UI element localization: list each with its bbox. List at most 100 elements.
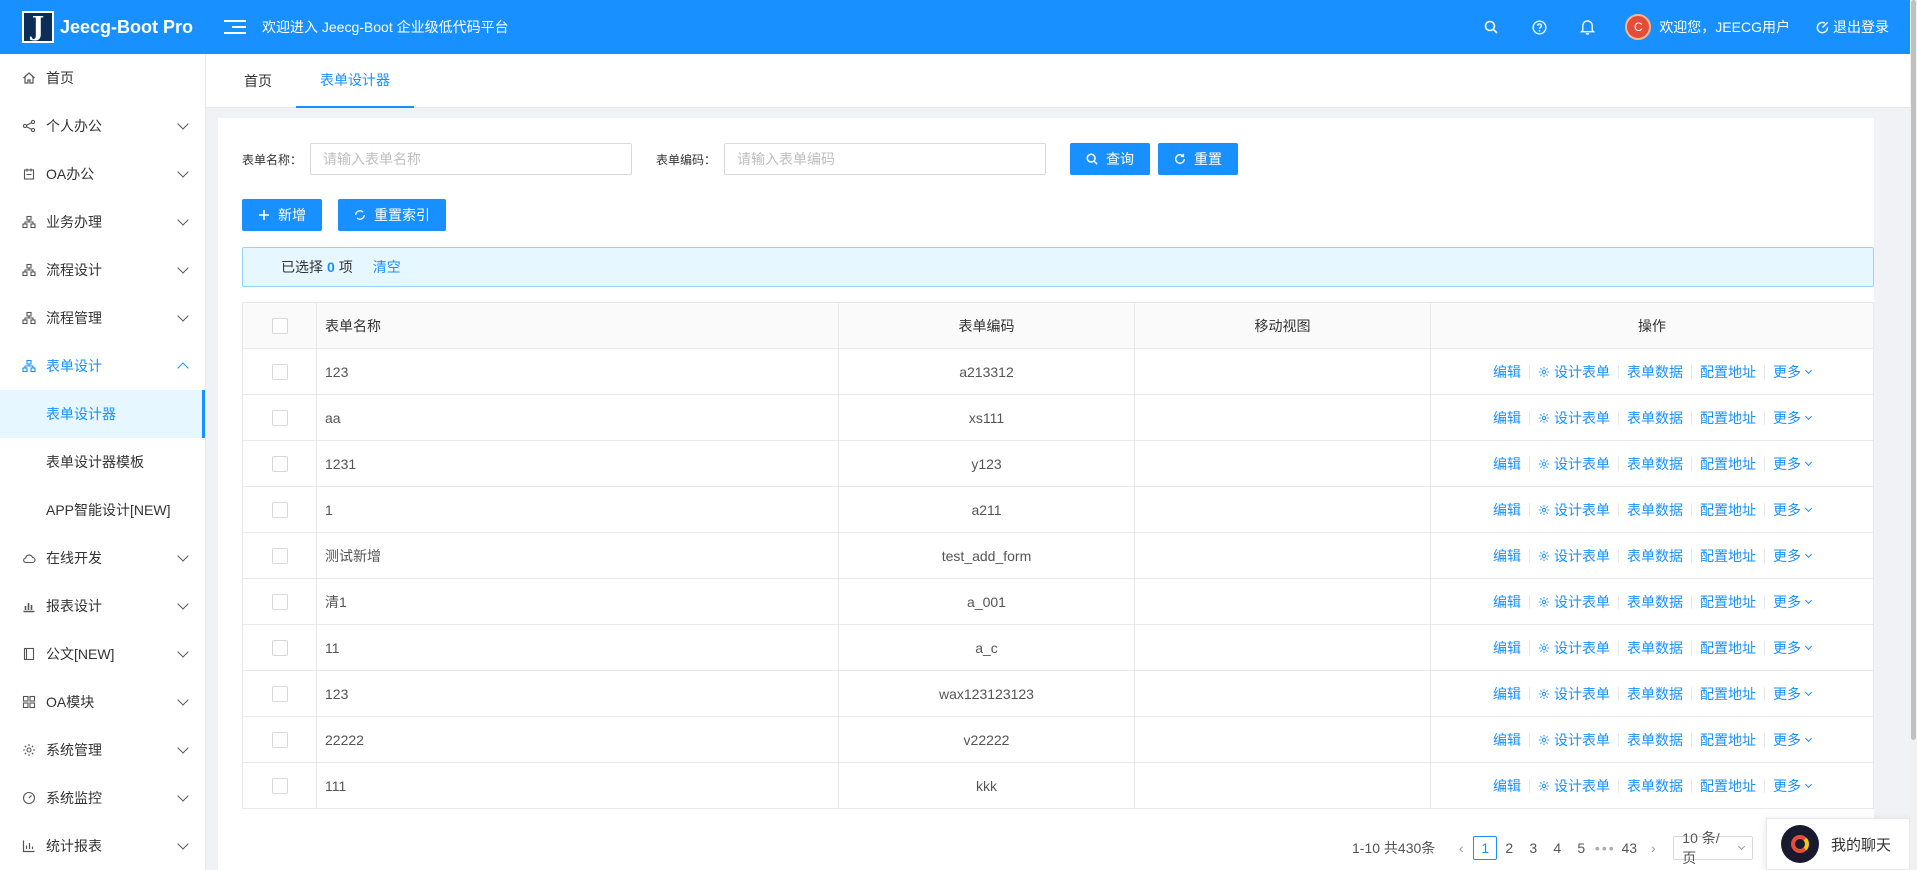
- form-data-link[interactable]: 表单数据: [1627, 638, 1683, 658]
- row-checkbox[interactable]: [271, 777, 288, 794]
- row-checkbox[interactable]: [271, 731, 288, 748]
- page-ellipsis[interactable]: •••: [1593, 836, 1617, 860]
- sidebar-subitem-app-design[interactable]: APP智能设计[NEW]: [0, 486, 205, 534]
- search-icon[interactable]: [1467, 0, 1515, 54]
- reset-button[interactable]: 重置: [1158, 143, 1239, 175]
- menu-fold-icon[interactable]: [224, 16, 246, 38]
- sidebar-item-process-manage[interactable]: 流程管理: [0, 294, 205, 342]
- page-4[interactable]: 4: [1545, 836, 1569, 860]
- user-greeting[interactable]: 欢迎您，JEECG用户: [1659, 17, 1790, 37]
- query-button[interactable]: 查询: [1070, 143, 1151, 175]
- sidebar-item-form-design[interactable]: 表单设计: [0, 342, 205, 390]
- avatar[interactable]: C: [1625, 14, 1652, 40]
- more-dropdown[interactable]: 更多: [1773, 546, 1813, 566]
- design-form-link[interactable]: 设计表单: [1538, 684, 1610, 704]
- tab-home[interactable]: 首页: [220, 54, 296, 108]
- sidebar-item-report-design[interactable]: 报表设计: [0, 582, 205, 630]
- chat-widget[interactable]: 我的聊天: [1766, 818, 1910, 870]
- edit-link[interactable]: 编辑: [1493, 776, 1521, 796]
- tab-form-designer[interactable]: 表单设计器: [296, 54, 414, 108]
- more-dropdown[interactable]: 更多: [1773, 362, 1813, 382]
- form-code-input[interactable]: [724, 143, 1047, 175]
- scrollbar-thumb[interactable]: [1911, 0, 1916, 740]
- prev-page-icon[interactable]: ‹: [1449, 836, 1473, 860]
- row-checkbox[interactable]: [271, 501, 288, 518]
- edit-link[interactable]: 编辑: [1493, 500, 1521, 520]
- logo[interactable]: J Jeecg-Boot Pro: [0, 0, 206, 54]
- row-checkbox[interactable]: [271, 409, 288, 426]
- sidebar-subitem-form-template[interactable]: 表单设计器模板: [0, 438, 205, 486]
- form-data-link[interactable]: 表单数据: [1627, 500, 1683, 520]
- config-address-link[interactable]: 配置地址: [1700, 730, 1756, 750]
- reset-index-button[interactable]: 重置索引: [338, 199, 446, 231]
- config-address-link[interactable]: 配置地址: [1700, 638, 1756, 658]
- design-form-link[interactable]: 设计表单: [1538, 500, 1610, 520]
- row-checkbox[interactable]: [271, 593, 288, 610]
- config-address-link[interactable]: 配置地址: [1700, 362, 1756, 382]
- form-data-link[interactable]: 表单数据: [1627, 730, 1683, 750]
- edit-link[interactable]: 编辑: [1493, 454, 1521, 474]
- next-page-icon[interactable]: ›: [1641, 836, 1665, 860]
- config-address-link[interactable]: 配置地址: [1700, 776, 1756, 796]
- form-data-link[interactable]: 表单数据: [1627, 776, 1683, 796]
- form-data-link[interactable]: 表单数据: [1627, 684, 1683, 704]
- sidebar-item-official-doc[interactable]: 公文[NEW]: [0, 630, 205, 678]
- clear-selection-link[interactable]: 清空: [373, 257, 401, 277]
- form-data-link[interactable]: 表单数据: [1627, 454, 1683, 474]
- sidebar-subitem-form-designer[interactable]: 表单设计器: [0, 390, 205, 438]
- select-all-checkbox[interactable]: [271, 317, 288, 334]
- edit-link[interactable]: 编辑: [1493, 362, 1521, 382]
- design-form-link[interactable]: 设计表单: [1538, 638, 1610, 658]
- design-form-link[interactable]: 设计表单: [1538, 454, 1610, 474]
- form-data-link[interactable]: 表单数据: [1627, 546, 1683, 566]
- more-dropdown[interactable]: 更多: [1773, 592, 1813, 612]
- sidebar-item-home[interactable]: 首页: [0, 54, 205, 102]
- config-address-link[interactable]: 配置地址: [1700, 546, 1756, 566]
- design-form-link[interactable]: 设计表单: [1538, 730, 1610, 750]
- form-name-input[interactable]: [310, 143, 633, 175]
- sidebar-item-statistics[interactable]: 统计报表: [0, 822, 205, 870]
- page-size-select[interactable]: 10 条/页: [1673, 830, 1754, 866]
- more-dropdown[interactable]: 更多: [1773, 500, 1813, 520]
- row-checkbox[interactable]: [271, 363, 288, 380]
- more-dropdown[interactable]: 更多: [1773, 730, 1813, 750]
- logout-button[interactable]: 退出登录: [1816, 17, 1889, 37]
- edit-link[interactable]: 编辑: [1493, 684, 1521, 704]
- help-icon[interactable]: [1515, 0, 1563, 54]
- sidebar-item-system-manage[interactable]: 系统管理: [0, 726, 205, 774]
- edit-link[interactable]: 编辑: [1493, 408, 1521, 428]
- design-form-link[interactable]: 设计表单: [1538, 546, 1610, 566]
- more-dropdown[interactable]: 更多: [1773, 684, 1813, 704]
- page-3[interactable]: 3: [1521, 836, 1545, 860]
- row-checkbox[interactable]: [271, 639, 288, 656]
- more-dropdown[interactable]: 更多: [1773, 408, 1813, 428]
- more-dropdown[interactable]: 更多: [1773, 454, 1813, 474]
- form-data-link[interactable]: 表单数据: [1627, 408, 1683, 428]
- more-dropdown[interactable]: 更多: [1773, 638, 1813, 658]
- row-checkbox[interactable]: [271, 685, 288, 702]
- sidebar-item-online-dev[interactable]: 在线开发: [0, 534, 205, 582]
- config-address-link[interactable]: 配置地址: [1700, 408, 1756, 428]
- more-dropdown[interactable]: 更多: [1773, 776, 1813, 796]
- sidebar-item-process-design[interactable]: 流程设计: [0, 246, 205, 294]
- design-form-link[interactable]: 设计表单: [1538, 776, 1610, 796]
- edit-link[interactable]: 编辑: [1493, 546, 1521, 566]
- form-data-link[interactable]: 表单数据: [1627, 592, 1683, 612]
- bell-icon[interactable]: [1563, 0, 1611, 54]
- sidebar-item-personal-office[interactable]: 个人办公: [0, 102, 205, 150]
- page-5[interactable]: 5: [1569, 836, 1593, 860]
- edit-link[interactable]: 编辑: [1493, 592, 1521, 612]
- edit-link[interactable]: 编辑: [1493, 638, 1521, 658]
- form-data-link[interactable]: 表单数据: [1627, 362, 1683, 382]
- row-checkbox[interactable]: [271, 455, 288, 472]
- sidebar-item-oa-module[interactable]: OA模块: [0, 678, 205, 726]
- config-address-link[interactable]: 配置地址: [1700, 592, 1756, 612]
- sidebar-item-system-monitor[interactable]: 系统监控: [0, 774, 205, 822]
- edit-link[interactable]: 编辑: [1493, 730, 1521, 750]
- design-form-link[interactable]: 设计表单: [1538, 408, 1610, 428]
- config-address-link[interactable]: 配置地址: [1700, 500, 1756, 520]
- config-address-link[interactable]: 配置地址: [1700, 684, 1756, 704]
- config-address-link[interactable]: 配置地址: [1700, 454, 1756, 474]
- page-last[interactable]: 43: [1617, 836, 1641, 860]
- page-2[interactable]: 2: [1497, 836, 1521, 860]
